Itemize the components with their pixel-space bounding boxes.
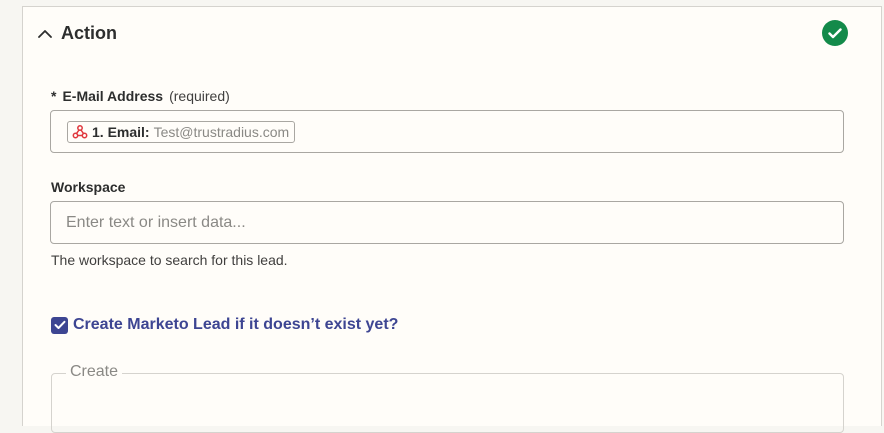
webhook-icon bbox=[72, 124, 88, 140]
required-note: (required) bbox=[169, 88, 230, 104]
token-value: Test@trustradius.com bbox=[153, 124, 290, 140]
create-lead-option[interactable]: Create Marketo Lead if it doesn’t exist … bbox=[51, 316, 398, 334]
workspace-field-label: Workspace bbox=[51, 179, 126, 195]
create-legend: Create bbox=[66, 363, 123, 381]
section-header[interactable]: Action bbox=[35, 17, 861, 49]
email-label-text: E-Mail Address bbox=[62, 88, 164, 104]
chevron-up-icon[interactable] bbox=[35, 23, 55, 43]
create-fieldset: Create bbox=[51, 363, 844, 433]
workspace-help-text: The workspace to search for this lead. bbox=[51, 252, 288, 268]
action-panel: Action * E-Mail Address (required) 1. Emai… bbox=[22, 6, 882, 433]
create-lead-label[interactable]: Create Marketo Lead if it doesn’t exist … bbox=[73, 316, 398, 334]
create-lead-checkbox[interactable] bbox=[51, 316, 68, 334]
workspace-field[interactable]: Enter text or insert data... bbox=[50, 201, 844, 244]
section-title: Action bbox=[61, 22, 117, 43]
email-field[interactable]: 1. Email: Test@trustradius.com bbox=[50, 110, 844, 153]
email-data-token[interactable]: 1. Email: Test@trustradius.com bbox=[67, 121, 296, 143]
email-field-label: * E-Mail Address (required) bbox=[51, 88, 230, 104]
token-key: 1. Email: bbox=[92, 124, 150, 140]
check-circle-icon bbox=[822, 20, 848, 46]
required-marker: * bbox=[51, 88, 57, 104]
workspace-placeholder: Enter text or insert data... bbox=[66, 214, 246, 231]
